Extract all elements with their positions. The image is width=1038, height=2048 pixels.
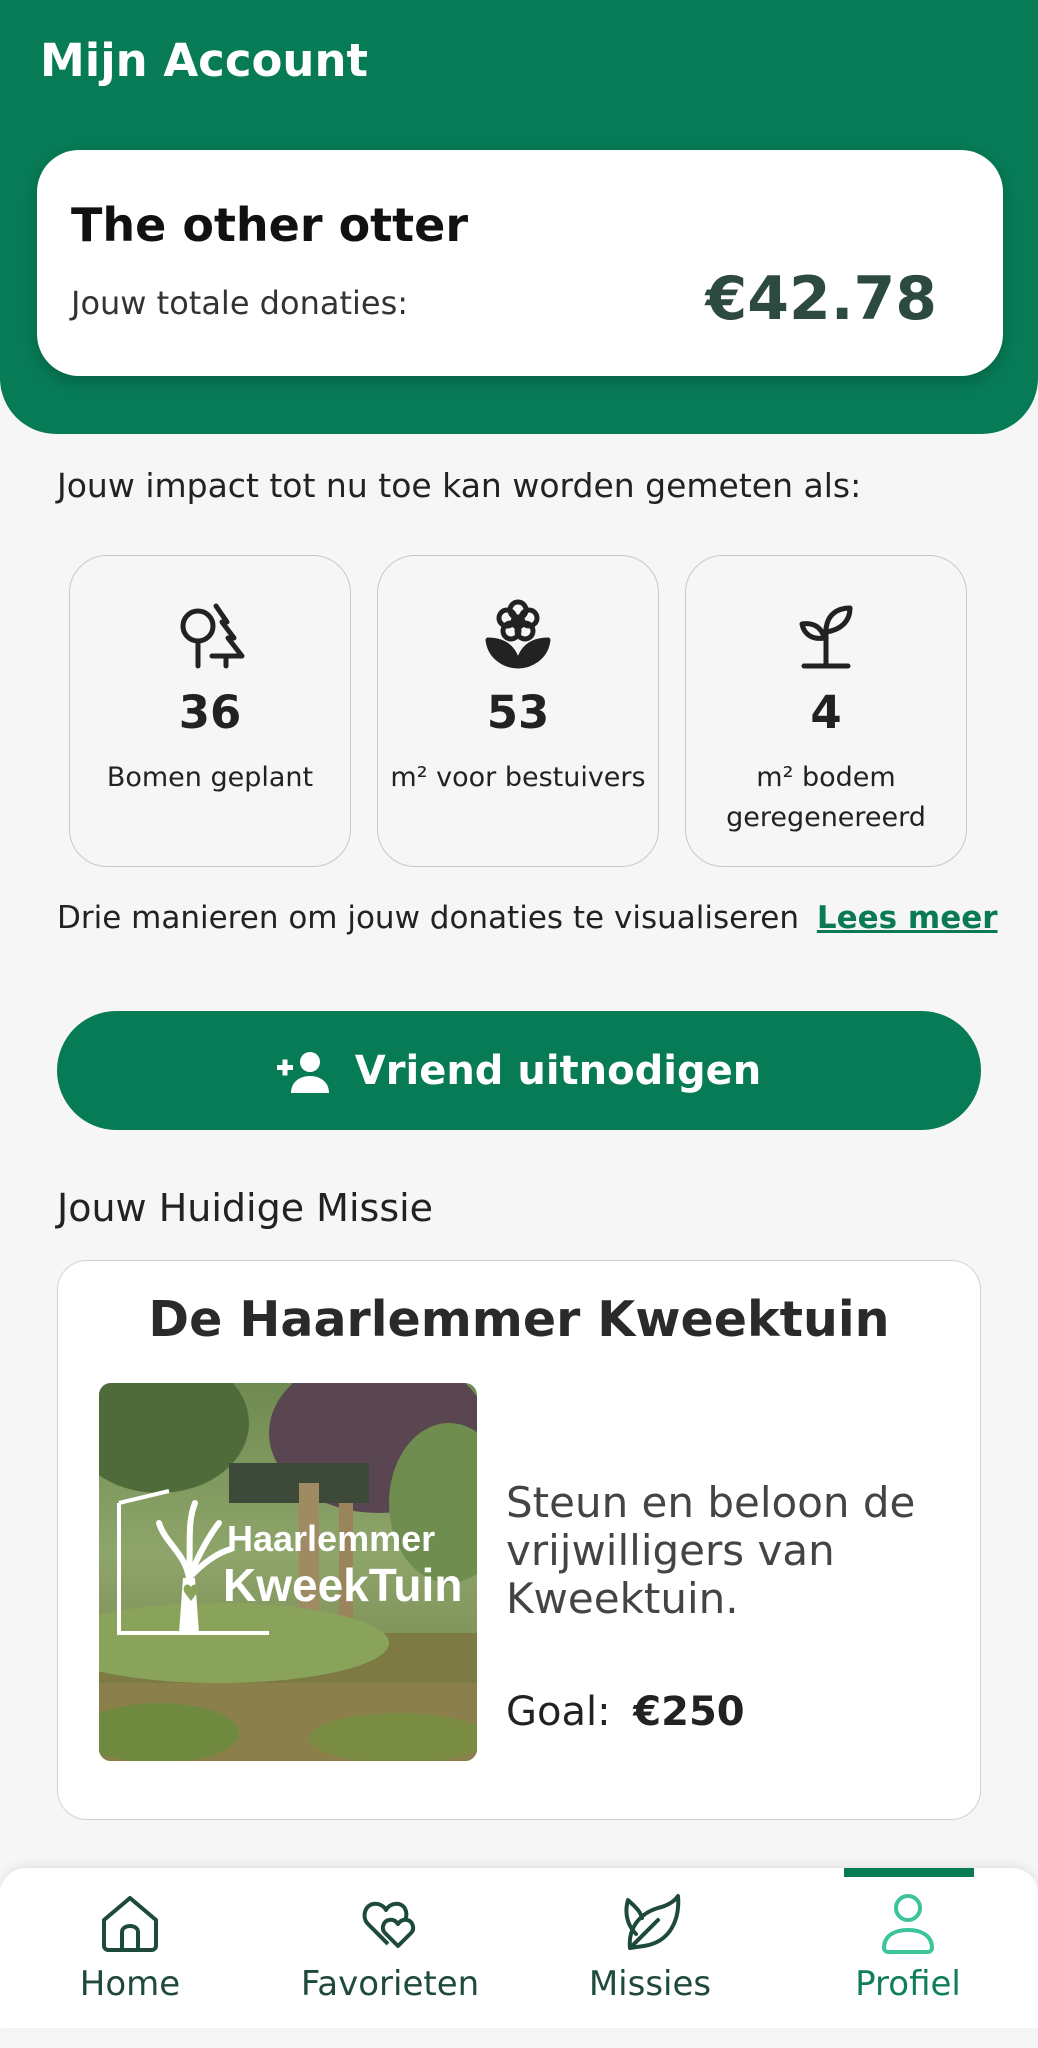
image-logo-line2: KweekTuin: [223, 1559, 462, 1611]
invite-friend-button[interactable]: Vriend uitnodigen: [57, 1011, 981, 1130]
nav-label: Profiel: [855, 1964, 961, 2004]
home-icon: [0, 1890, 260, 1960]
leaf-icon: [520, 1890, 780, 1960]
mission-description: Steun en beloon de vrijwilligers van Kwe…: [506, 1478, 916, 1623]
invite-friend-label: Vriend uitnodigen: [354, 1047, 762, 1094]
hearts-icon: [260, 1890, 520, 1960]
nav-missions[interactable]: Missies: [520, 1868, 780, 2028]
impact-label: m² bodem geregenereerd: [726, 762, 926, 833]
flower-icon: [378, 596, 658, 678]
mission-title: De Haarlemmer Kweektuin: [148, 1291, 890, 1348]
impact-heading: Jouw impact tot nu toe kan worden gemete…: [57, 466, 862, 505]
impact-label: Bomen geplant: [106, 762, 314, 793]
visualise-row: Drie manieren om jouw donaties te visual…: [57, 900, 998, 936]
sprout-icon: [686, 596, 966, 678]
nav-favorites[interactable]: Favorieten: [260, 1868, 520, 2028]
mission-goal: Goal: €250: [506, 1689, 745, 1735]
trees-icon: [70, 596, 350, 678]
donations-label: Jouw totale donaties:: [71, 284, 409, 322]
goal-amount: €250: [633, 1689, 745, 1735]
mission-heading: Jouw Huidige Missie: [57, 1186, 434, 1230]
nav-profile[interactable]: Profiel: [778, 1868, 1038, 2028]
impact-card-soil: 4 m² bodem geregenereerd: [685, 555, 967, 867]
nav-home[interactable]: Home: [0, 1868, 260, 2028]
impact-value: 4: [810, 686, 842, 739]
person-icon: [778, 1890, 1038, 1960]
goal-label: Goal:: [506, 1689, 611, 1735]
user-name: The other otter: [71, 198, 469, 252]
bottom-nav: Home Favorieten Missies Profiel: [0, 1868, 1038, 2028]
nav-label: Missies: [588, 1964, 712, 2004]
add-person-icon: [276, 1051, 329, 1093]
read-more-link[interactable]: Lees meer: [817, 900, 998, 936]
impact-card-trees: 36 Bomen geplant: [69, 555, 351, 867]
page-title: Mijn Account: [40, 34, 369, 87]
impact-label: m² voor bestuivers: [390, 762, 646, 793]
impact-value: 53: [486, 686, 550, 739]
account-card: The other otter Jouw totale donaties: €4…: [37, 150, 1003, 376]
mission-image: Haarlemmer KweekTuin: [99, 1383, 477, 1761]
donations-total: €42.78: [705, 264, 937, 334]
nav-label: Favorieten: [300, 1964, 480, 2004]
image-logo-line1: Haarlemmer: [227, 1518, 435, 1559]
impact-value: 36: [178, 686, 242, 739]
nav-label: Home: [79, 1964, 181, 2004]
visualise-text: Drie manieren om jouw donaties te visual…: [57, 900, 799, 936]
mission-card[interactable]: De Haarlemmer Kweektuin Haarlemmer Kweek…: [57, 1260, 981, 1820]
impact-card-pollinators: 53 m² voor bestuivers: [377, 555, 659, 867]
header: Mijn Account The other otter Jouw totale…: [0, 0, 1038, 434]
